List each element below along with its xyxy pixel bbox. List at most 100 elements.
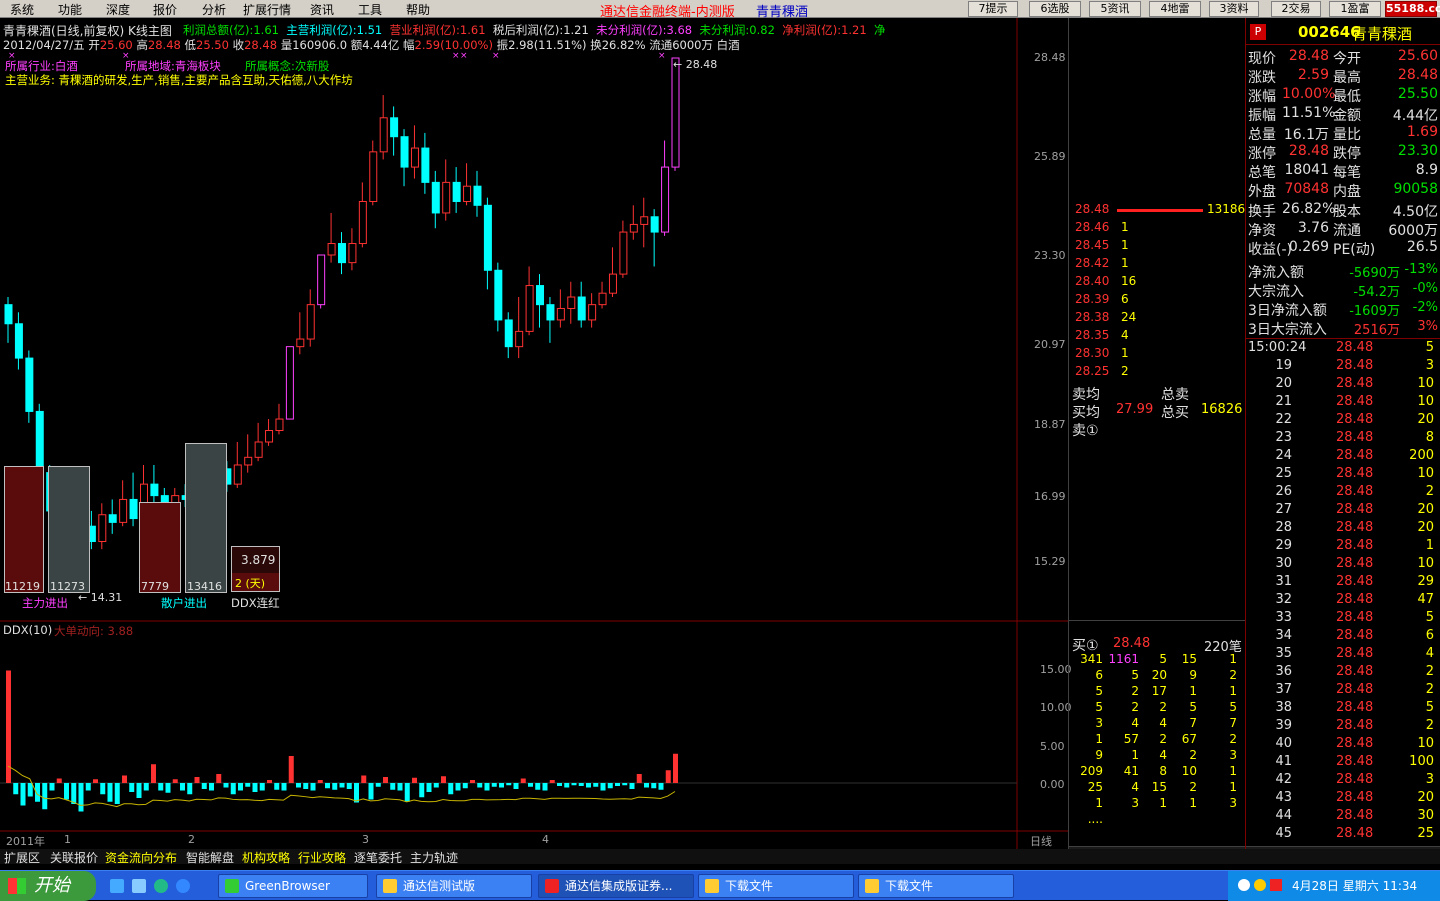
candle-body [254, 441, 263, 458]
tick-volume: 10 [1417, 466, 1434, 481]
queue-cell: 2 [1229, 732, 1237, 746]
quicklaunch-icon[interactable] [132, 879, 146, 893]
ddx-bar [216, 774, 222, 783]
tip-button[interactable]: 7提示 [968, 1, 1018, 17]
tab-related-quote[interactable]: 关联报价 [50, 849, 98, 866]
tick-volume: 29 [1417, 574, 1434, 589]
retail-bar-2 [185, 443, 227, 593]
start-button[interactable]: 开始 [0, 871, 96, 901]
quote-label: 振幅 [1248, 108, 1276, 124]
tick-price: 28.48 [1336, 628, 1374, 643]
menu-tools[interactable]: 工具 [358, 1, 382, 18]
flow-value: 2516万 [1353, 323, 1400, 338]
date-label: 4 [542, 833, 549, 846]
info-button[interactable]: 5资讯 [1089, 1, 1141, 17]
menu-extended[interactable]: 扩展行情 [243, 1, 291, 18]
price-level-row[interactable]: 28.46 1 [1075, 220, 1129, 234]
level-price: 28.35 [1075, 328, 1110, 342]
date-label: 2 [188, 833, 195, 846]
candle-body [108, 514, 117, 523]
menu-function[interactable]: 功能 [58, 1, 82, 18]
menu-analysis[interactable]: 分析 [202, 1, 226, 18]
candle-body [306, 304, 315, 340]
ddx-tick-label: 5.00 [1040, 740, 1065, 753]
ie-icon[interactable] [154, 879, 168, 893]
candle-body [400, 136, 409, 168]
tray-icon[interactable] [1270, 879, 1282, 891]
candle-body [421, 147, 430, 183]
mine-button[interactable]: 4地雷 [1149, 1, 1201, 17]
queue-cell: 7 [1229, 716, 1237, 730]
tick-price: 28.48 [1336, 358, 1374, 373]
tick-price: 28.48 [1336, 646, 1374, 661]
queue-cell: 2 [1131, 700, 1139, 714]
retail-value: 11273 [50, 580, 85, 593]
price-level-row[interactable]: 28.38 24 [1075, 310, 1136, 324]
period-label[interactable]: 日线 [1030, 833, 1052, 849]
queue-cell: 5 [1159, 652, 1167, 666]
tick-price: 28.48 [1336, 610, 1374, 625]
price-level-row[interactable]: 28.48 13186 [1075, 202, 1245, 216]
tab-industry[interactable]: 行业攻略 [298, 849, 346, 866]
profile-button[interactable]: 3资料 [1209, 1, 1259, 17]
queue-cell: 1 [1229, 652, 1237, 666]
tab-extend[interactable]: 扩展区 [4, 849, 40, 866]
candle-body [390, 117, 399, 138]
candle-body [661, 166, 670, 233]
tick-time: 19 [1275, 358, 1292, 373]
price-level-row[interactable]: 28.42 1 [1075, 256, 1129, 270]
p-icon[interactable]: P [1250, 24, 1266, 40]
tab-smart-analysis[interactable]: 智能解盘 [186, 849, 234, 866]
tick-price: 28.48 [1336, 538, 1374, 553]
menu-news[interactable]: 资讯 [310, 1, 334, 18]
ddx-bar [93, 779, 98, 783]
tick-price: 28.48 [1336, 556, 1374, 571]
browser-icon[interactable] [176, 879, 190, 893]
task-greenbrowser[interactable]: GreenBrowser [218, 874, 368, 898]
trade-button[interactable]: 2交易 [1271, 1, 1321, 17]
tab-capital-flow[interactable]: 资金流向分布 [105, 849, 177, 866]
quote-label: 净资 [1248, 223, 1276, 239]
ddx-bar [100, 783, 106, 795]
task-download-1[interactable]: 下载文件 [698, 874, 854, 898]
tray-icon[interactable] [1254, 879, 1266, 891]
retail-value-2: 13416 [187, 580, 222, 593]
queue-cell: 1 [1229, 780, 1237, 794]
menu-help[interactable]: 帮助 [406, 1, 430, 18]
profit-button[interactable]: 1盈富 [1329, 1, 1381, 17]
tick-time: 26 [1275, 484, 1292, 499]
flow-label: 3日净流入额 [1248, 303, 1327, 319]
tab-main-force-track[interactable]: 主力轨迹 [410, 849, 458, 866]
price-level-row[interactable]: 28.30 1 [1075, 346, 1129, 360]
ddx-bar [107, 783, 113, 802]
menu-quote[interactable]: 报价 [153, 1, 177, 18]
chart-area[interactable]: × × × × × × [0, 18, 1068, 849]
task-download-2[interactable]: 下载文件 [858, 874, 1014, 898]
quicklaunch-icon[interactable] [110, 879, 124, 893]
candle-body [473, 185, 482, 206]
stock-pick-button[interactable]: 6选股 [1029, 1, 1081, 17]
tab-institution[interactable]: 机构攻略 [242, 849, 290, 866]
tick-volume: 25 [1417, 826, 1434, 841]
candle-body [671, 57, 680, 168]
task-tdx-integrated[interactable]: 通达信集成版证券... [538, 874, 694, 898]
price-level-row[interactable]: 28.35 4 [1075, 328, 1129, 342]
ddx-bar [404, 783, 410, 802]
candle-body [504, 319, 513, 348]
tab-order-by-order[interactable]: 逐笔委托 [354, 849, 402, 866]
ddx-bar [325, 783, 330, 789]
flow-pct: -0% [1412, 281, 1438, 296]
menu-system[interactable]: 系统 [10, 1, 34, 18]
price-level-row[interactable]: 28.25 2 [1075, 364, 1129, 378]
menu-depth[interactable]: 深度 [106, 1, 130, 18]
quote-value: 28.48 [1397, 67, 1438, 83]
tray-icon[interactable] [1238, 879, 1250, 891]
ddx-bar [56, 778, 62, 783]
queue-cell: 5 [1095, 700, 1103, 714]
task-tdx-test[interactable]: 通达信测试版 [376, 874, 532, 898]
price-level-row[interactable]: 28.45 1 [1075, 238, 1129, 252]
price-level-row[interactable]: 28.40 16 [1075, 274, 1136, 288]
volume-bar [1117, 209, 1203, 212]
price-level-row[interactable]: 28.39 6 [1075, 292, 1129, 306]
queue-cell: 2 [1159, 700, 1167, 714]
